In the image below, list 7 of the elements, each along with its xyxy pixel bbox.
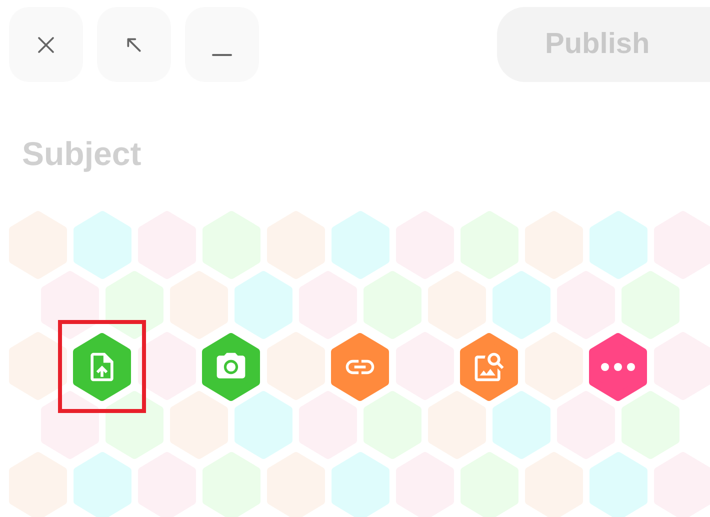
- hexagon-button[interactable]: [458, 330, 520, 402]
- minimize-icon: [211, 52, 233, 56]
- more-icon: [601, 362, 635, 370]
- hexagon-button[interactable]: [329, 330, 391, 402]
- hexagon-button[interactable]: [587, 330, 649, 402]
- hexagon-button[interactable]: [200, 330, 262, 402]
- hexagon-button[interactable]: [71, 330, 133, 402]
